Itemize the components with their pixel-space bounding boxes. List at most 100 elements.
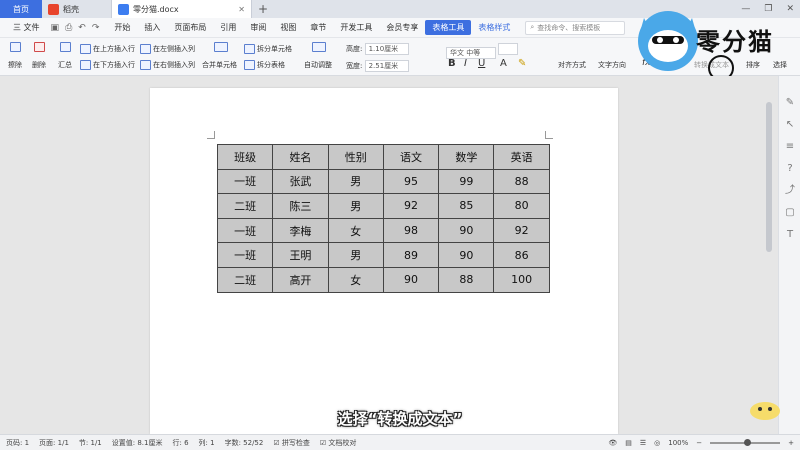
width-input[interactable]: 2.51厘米 <box>364 60 409 72</box>
table-header-cell[interactable]: 姓名 <box>272 144 329 170</box>
web-view-icon[interactable]: ◎ <box>654 439 660 447</box>
table-cell[interactable]: 女 <box>327 266 384 293</box>
table-header-cell[interactable]: 性别 <box>327 144 384 170</box>
table-cell[interactable]: 90 <box>438 217 495 244</box>
menu-table-tools[interactable]: 表格工具 <box>425 20 472 35</box>
menu-review[interactable]: 审阅 <box>243 22 273 33</box>
table-header-cell[interactable]: 英语 <box>493 144 550 170</box>
table-cell[interactable]: 95 <box>382 168 440 195</box>
erase-button[interactable]: 擦除 <box>8 60 22 70</box>
share-icon[interactable]: ⤴ <box>783 184 797 198</box>
zoom-out-icon[interactable]: − <box>696 439 702 447</box>
underline-button[interactable]: U <box>478 58 485 69</box>
italic-button[interactable]: I <box>464 58 467 69</box>
menu-dev-tools[interactable]: 开发工具 <box>333 22 379 33</box>
table-cell[interactable]: 王明 <box>272 242 329 268</box>
height-input[interactable]: 1.10厘米 <box>364 43 409 55</box>
table-cell[interactable]: 86 <box>493 242 550 268</box>
table-cell[interactable]: 80 <box>493 193 550 219</box>
table-cell[interactable]: 一班 <box>216 168 274 195</box>
table-cell[interactable]: 90 <box>382 266 440 293</box>
table-cell[interactable]: 92 <box>493 217 550 244</box>
grades-table[interactable]: 班级 姓名 性别 语文 数学 英语 一班 张武男 95 99 88 二班 陈三男 92 85 80 一班 李梅女 9… <box>216 144 550 293</box>
eye-icon[interactable]: 👁 <box>608 439 617 447</box>
tab-document[interactable]: 零分猫.docx ✕ <box>112 0 252 18</box>
adjust-icon[interactable]: ≡ <box>783 140 797 154</box>
close-window-icon[interactable]: ✕ <box>786 4 794 14</box>
tab-home[interactable]: 首页 <box>0 0 42 18</box>
table-cell[interactable]: 张武 <box>272 168 329 195</box>
delete-icon[interactable] <box>34 42 47 52</box>
menu-member[interactable]: 会员专享 <box>379 22 425 33</box>
auto-fit-button[interactable]: 自动调整 <box>304 60 332 70</box>
font-size-select[interactable] <box>498 43 519 55</box>
document-icon[interactable]: ▢ <box>783 206 797 220</box>
text-icon[interactable]: T <box>783 228 797 242</box>
table-cell[interactable]: 92 <box>382 193 440 219</box>
insert-col-left-button[interactable]: 在左侧插入列 <box>140 44 195 54</box>
table-cell[interactable]: 98 <box>382 217 440 244</box>
font-color-button[interactable]: A <box>500 58 507 69</box>
menu-reference[interactable]: 引用 <box>213 22 243 33</box>
split-table-button[interactable]: 拆分表格 <box>244 60 285 70</box>
align-button[interactable]: 对齐方式 <box>558 60 586 70</box>
highlight-button[interactable]: ✎ <box>518 58 526 69</box>
zoom-in-icon[interactable]: + <box>788 439 794 447</box>
table-cell[interactable]: 男 <box>327 193 384 219</box>
close-tab-icon[interactable]: ✕ <box>238 5 245 14</box>
summary-button[interactable]: 汇总 <box>58 60 72 70</box>
zoom-slider[interactable] <box>710 439 781 446</box>
insert-row-above-button[interactable]: 在上方插入行 <box>80 44 135 54</box>
font-select[interactable]: 华文 中等 <box>446 43 519 59</box>
table-cell[interactable]: 一班 <box>216 217 274 244</box>
table-cell[interactable]: 二班 <box>216 266 274 293</box>
status-word-count[interactable]: 字数: 52/52 <box>225 438 264 448</box>
insert-col-right-button[interactable]: 在右侧插入列 <box>140 60 195 70</box>
menu-layout[interactable]: 页面布局 <box>167 22 213 33</box>
table-cell[interactable]: 89 <box>382 242 440 268</box>
doc-proof-button[interactable]: ☑ 文档校对 <box>320 438 357 448</box>
menu-view[interactable]: 视图 <box>273 22 303 33</box>
table-cell[interactable]: 88 <box>493 168 550 195</box>
bold-button[interactable]: B <box>448 58 456 69</box>
summary-icon[interactable] <box>60 42 73 52</box>
table-cell[interactable]: 100 <box>493 266 550 293</box>
scrollbar-thumb[interactable] <box>766 102 772 252</box>
page-view-icon[interactable]: ▤ <box>625 439 632 447</box>
table-cell[interactable]: 女 <box>327 217 384 244</box>
outline-view-icon[interactable]: ☰ <box>640 439 646 447</box>
merge-cells-icon[interactable] <box>214 42 230 52</box>
auto-fit-icon[interactable] <box>312 42 328 52</box>
edit-icon[interactable]: ✎ <box>783 96 797 110</box>
undo-icon[interactable]: ↶ <box>78 23 86 33</box>
file-menu[interactable]: 三 文件 <box>6 22 47 33</box>
spell-check-button[interactable]: ☑ 拼写检查 <box>273 438 310 448</box>
pointer-icon[interactable]: ↖ <box>783 118 797 132</box>
save-icon[interactable]: ▣ <box>51 23 60 33</box>
table-cell[interactable]: 高开 <box>272 266 329 293</box>
text-direction-button[interactable]: 文字方向 <box>598 60 626 70</box>
eraser-icon[interactable] <box>10 42 23 52</box>
insert-row-below-button[interactable]: 在下方插入行 <box>80 60 135 70</box>
table-cell[interactable]: 85 <box>438 193 495 219</box>
tab-daoke[interactable]: 稻壳 <box>42 0 112 18</box>
table-header-cell[interactable]: 数学 <box>438 144 495 170</box>
table-cell[interactable]: 二班 <box>216 193 274 219</box>
table-cell[interactable]: 90 <box>438 242 495 268</box>
merge-cells-button[interactable]: 合并单元格 <box>202 60 237 70</box>
menu-start[interactable]: 开始 <box>107 22 137 33</box>
table-header-cell[interactable]: 语文 <box>382 144 440 170</box>
table-cell[interactable]: 一班 <box>216 242 274 268</box>
command-search[interactable]: ⌕ 查找命令、搜索模板 <box>525 20 626 35</box>
table-cell[interactable]: 李梅 <box>272 217 329 244</box>
redo-icon[interactable]: ↷ <box>92 23 100 33</box>
print-icon[interactable]: ⎙ <box>65 23 72 33</box>
delete-button[interactable]: 删除 <box>32 60 46 70</box>
menu-chapter[interactable]: 章节 <box>303 22 333 33</box>
table-cell[interactable]: 男 <box>327 242 384 268</box>
table-cell[interactable]: 陈三 <box>272 193 329 219</box>
table-cell[interactable]: 88 <box>438 266 495 293</box>
table-cell[interactable]: 男 <box>327 168 384 195</box>
vertical-scrollbar[interactable] <box>765 92 773 434</box>
table-header-cell[interactable]: 班级 <box>216 144 274 170</box>
